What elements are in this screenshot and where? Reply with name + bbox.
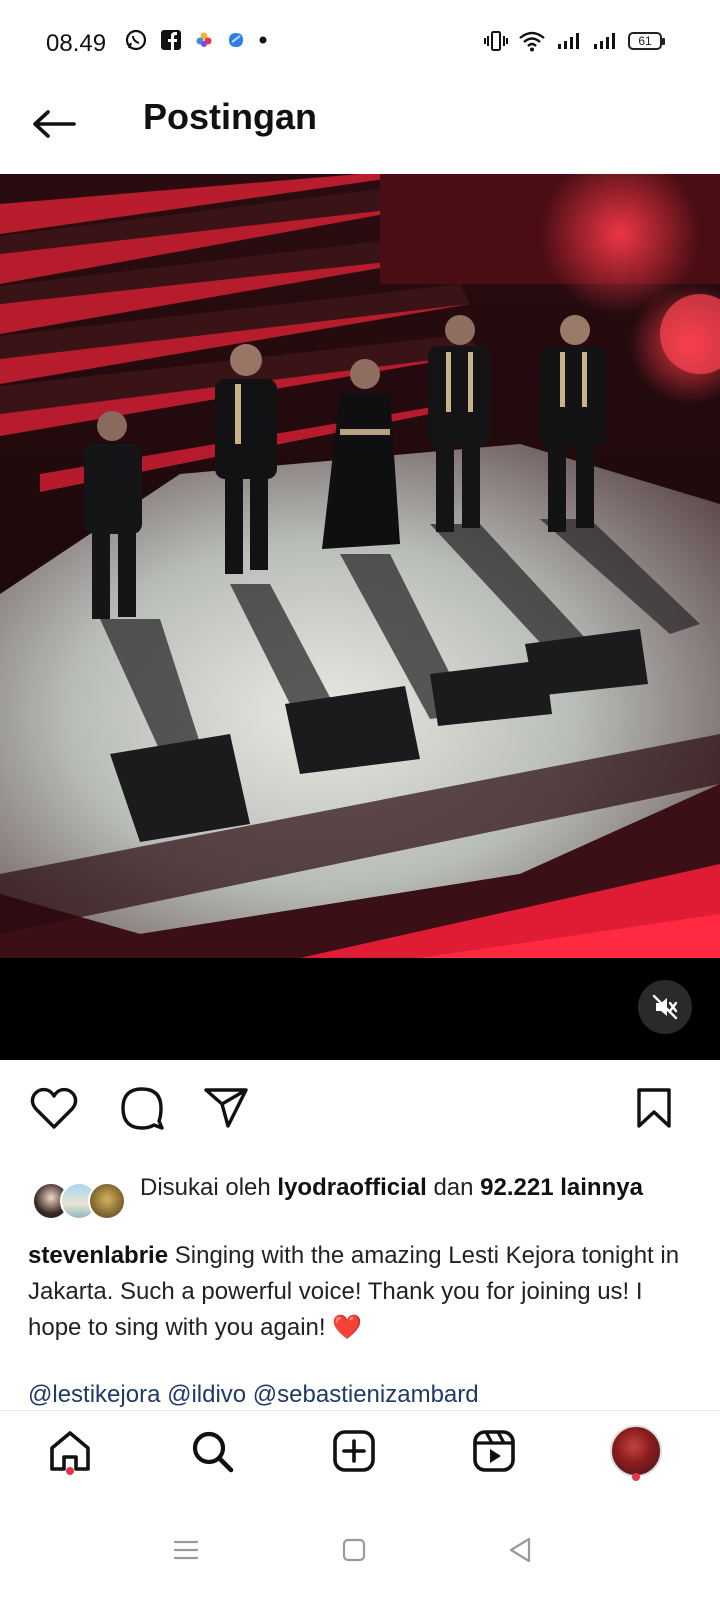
- reels-icon: [473, 1430, 515, 1472]
- create-post-icon: [333, 1430, 375, 1472]
- caption-username[interactable]: stevenlabrie: [28, 1242, 168, 1269]
- nav-create[interactable]: [326, 1423, 382, 1479]
- arrow-left-icon: [33, 110, 76, 138]
- menu-icon: [173, 1540, 199, 1560]
- mute-toggle-button[interactable]: [638, 980, 692, 1034]
- dot-icon: [259, 36, 267, 44]
- share-button[interactable]: [198, 1080, 254, 1136]
- nav-profile-indicator: [632, 1473, 640, 1481]
- system-menu-button[interactable]: [164, 1528, 208, 1572]
- post-actions: [0, 1080, 720, 1160]
- nav-profile[interactable]: [608, 1423, 664, 1479]
- system-navigation-bar: [0, 1500, 720, 1600]
- liker-username[interactable]: lyodraofficial: [277, 1174, 426, 1201]
- send-icon: [204, 1088, 248, 1128]
- back-button[interactable]: [30, 104, 80, 144]
- concert-stage-image: [0, 174, 720, 1060]
- save-button[interactable]: [626, 1080, 682, 1136]
- post-header: Postingan: [0, 88, 720, 174]
- muted-speaker-icon: [652, 994, 678, 1020]
- comment-button[interactable]: [114, 1080, 170, 1136]
- facebook-icon: [161, 30, 181, 50]
- post-caption: stevenlabrie Singing with the amazing Le…: [28, 1238, 688, 1346]
- nav-reels[interactable]: [466, 1423, 522, 1479]
- status-time: 08.49: [46, 30, 107, 57]
- signal-icon: [594, 33, 615, 49]
- whatsapp-icon: [125, 29, 147, 51]
- back-triangle-icon: [509, 1537, 531, 1563]
- profile-avatar: [610, 1425, 662, 1477]
- battery-level: 61: [638, 34, 652, 48]
- likes-conjunction: dan: [433, 1174, 474, 1201]
- battery-icon: 61: [628, 32, 665, 50]
- vibrate-icon: [484, 31, 508, 51]
- caption-mentions[interactable]: @lestikejora @ildivo @sebastienizambard: [28, 1378, 688, 1412]
- signal-icon: [558, 33, 579, 49]
- page-title: Postingan: [143, 96, 318, 137]
- likes-text: Disukai oleh lyodraofficial dan 92.221 l…: [140, 1172, 660, 1204]
- bottom-navigation: [0, 1410, 720, 1500]
- system-back-button[interactable]: [498, 1528, 542, 1572]
- post-video[interactable]: [0, 174, 720, 1060]
- notification-icons: [124, 28, 268, 52]
- system-status-icons: 61: [484, 30, 665, 52]
- home-square-icon: [342, 1538, 366, 1562]
- nav-home-indicator: [66, 1467, 74, 1475]
- like-button[interactable]: [26, 1080, 82, 1136]
- app-flower-icon: [196, 32, 212, 47]
- liker-avatars: [32, 1182, 132, 1222]
- search-icon: [192, 1431, 234, 1473]
- nav-search[interactable]: [184, 1423, 240, 1479]
- wifi-icon: [519, 31, 545, 52]
- heart-icon: [30, 1087, 78, 1129]
- heart-emoji: ❤️: [332, 1314, 363, 1341]
- app-blue-icon: [229, 33, 243, 47]
- likes-suffix[interactable]: lainnya: [560, 1174, 643, 1201]
- likes-prefix: Disukai oleh: [140, 1174, 271, 1201]
- comment-icon: [121, 1087, 164, 1130]
- likes-count[interactable]: 92.221: [480, 1174, 553, 1201]
- status-bar: 08.49 61: [0, 0, 720, 88]
- avatar: [88, 1182, 126, 1220]
- system-home-button[interactable]: [332, 1528, 376, 1572]
- bookmark-icon: [637, 1088, 671, 1128]
